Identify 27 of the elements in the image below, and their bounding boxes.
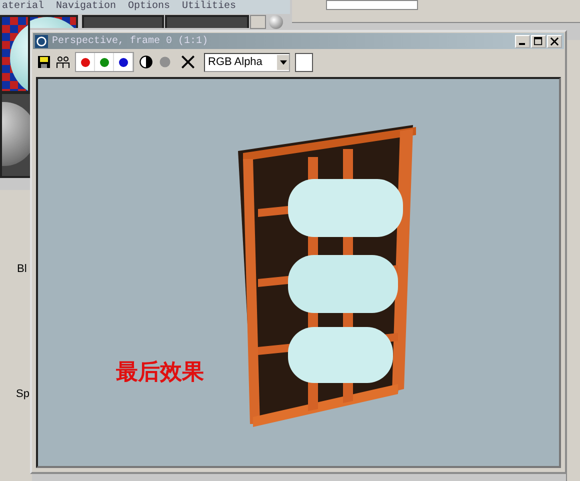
material-slot[interactable] <box>0 92 32 178</box>
maximize-button[interactable] <box>531 34 546 48</box>
window-title: Perspective, frame 0 (1:1) <box>52 36 210 46</box>
save-icon[interactable] <box>37 55 51 69</box>
minimize-icon <box>518 42 524 44</box>
name-field[interactable] <box>326 0 418 10</box>
app-icon <box>35 34 48 48</box>
panel-label: Sp <box>16 388 30 400</box>
people-icon[interactable] <box>56 55 70 69</box>
color-swatch[interactable] <box>295 52 313 72</box>
menu-item[interactable]: Navigation <box>56 0 116 14</box>
maximize-icon <box>534 36 543 46</box>
channel-dropdown[interactable]: RGB Alpha <box>204 52 290 72</box>
menu-item[interactable]: Options <box>128 0 170 14</box>
material-slot[interactable] <box>0 15 30 93</box>
close-button[interactable] <box>547 34 562 48</box>
menu-item[interactable]: aterial <box>2 0 44 14</box>
close-icon <box>550 36 559 46</box>
menu-item[interactable]: Utilities <box>182 0 236 14</box>
monochrome-icon[interactable] <box>139 55 153 69</box>
minimize-button[interactable] <box>515 34 530 48</box>
clear-icon[interactable] <box>181 55 195 69</box>
alpha-dot-icon[interactable] <box>158 55 172 69</box>
dropdown-arrow-icon <box>280 60 286 64</box>
caption-text: 最后效果 <box>116 359 204 387</box>
panel-label: Bl <box>17 263 27 275</box>
material-slot[interactable] <box>30 15 78 28</box>
